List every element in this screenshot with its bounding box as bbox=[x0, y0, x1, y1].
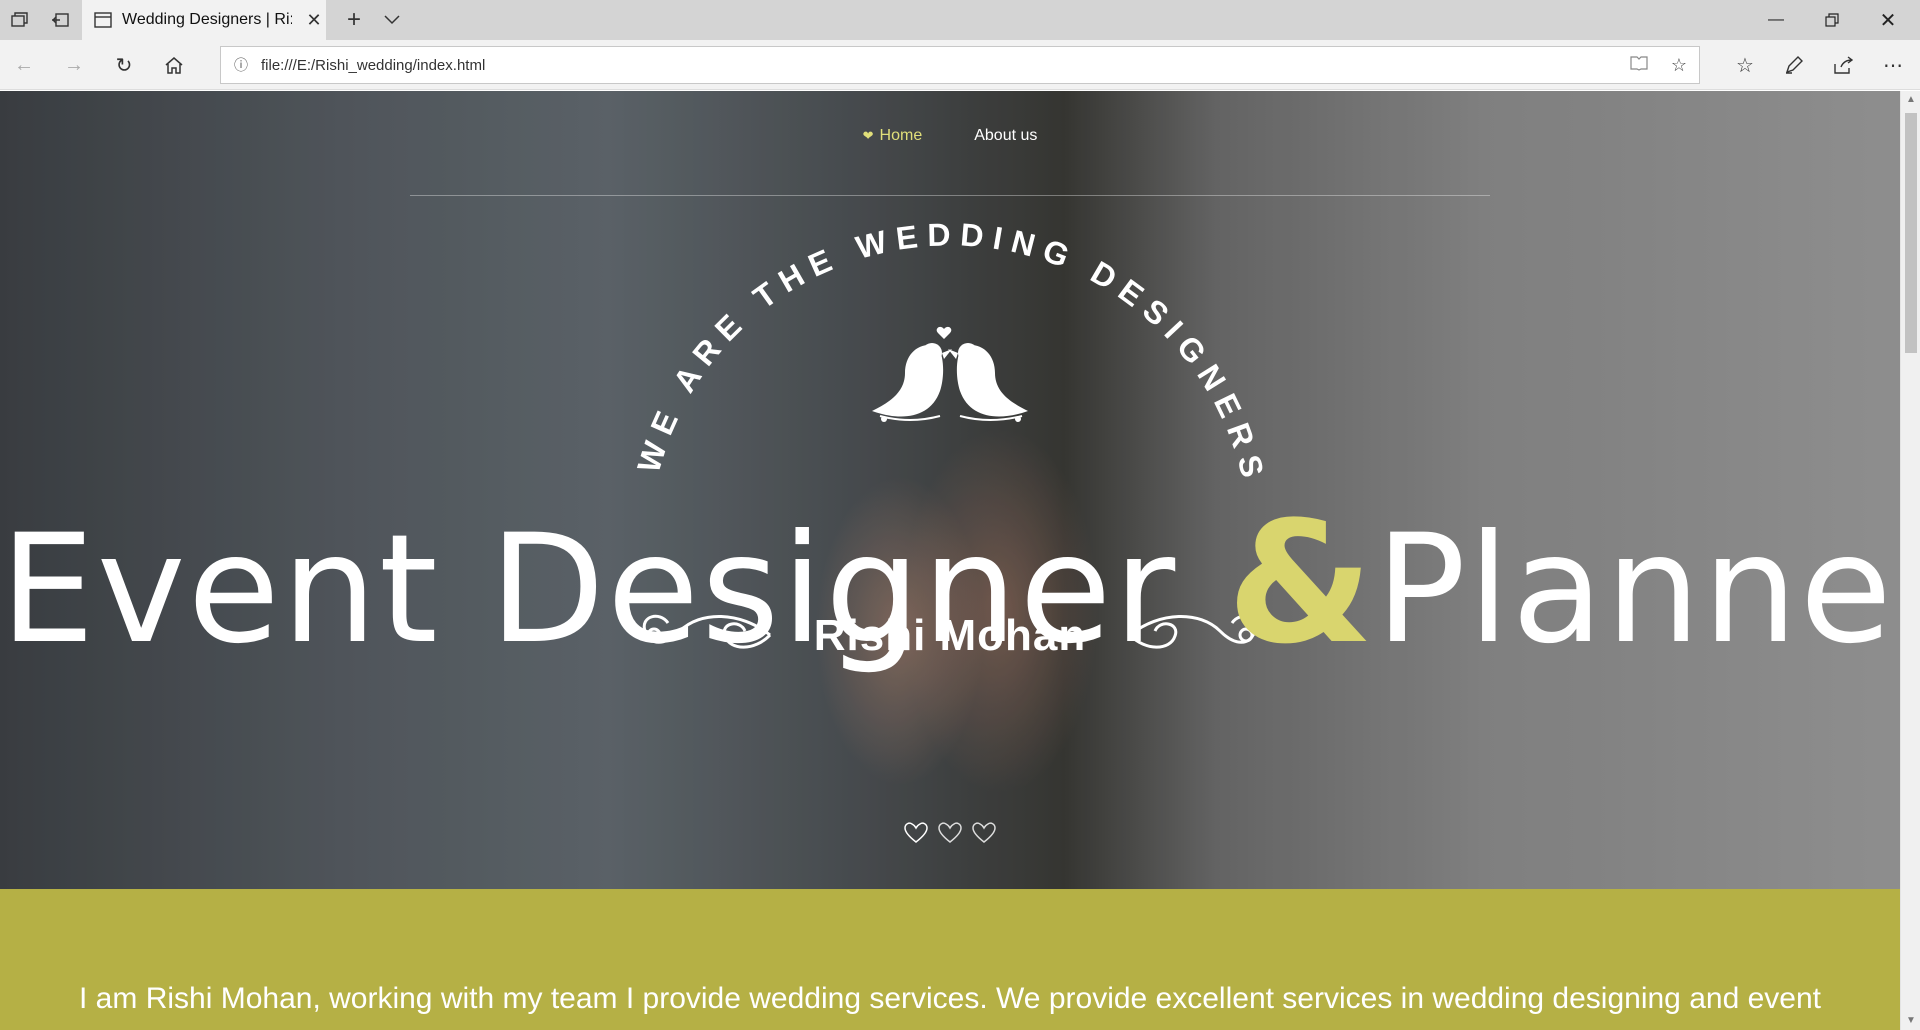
logo-emblem: WE ARE THE WEDDING DESIGNERS bbox=[630, 216, 1264, 649]
close-window-icon[interactable]: ✕ bbox=[1860, 0, 1916, 40]
page-viewport: ❤ Home About us WE ARE THE WEDDING DESIG… bbox=[0, 91, 1900, 1030]
love-birds-icon bbox=[872, 326, 1028, 422]
set-aside-tabs-icon[interactable] bbox=[40, 0, 80, 40]
ellipsis-icon[interactable]: ⋯ bbox=[1873, 45, 1913, 85]
home-icon[interactable] bbox=[154, 45, 194, 85]
favorites-list-icon[interactable]: ☆ bbox=[1725, 45, 1765, 85]
restore-icon[interactable] bbox=[1804, 0, 1860, 40]
carousel-heart-icon[interactable] bbox=[903, 821, 929, 845]
scrollbar-thumb[interactable] bbox=[1905, 113, 1917, 353]
reading-view-icon[interactable] bbox=[1619, 55, 1659, 76]
pen-icon[interactable] bbox=[1774, 45, 1814, 85]
carousel-heart-icon[interactable] bbox=[971, 821, 997, 845]
share-icon[interactable] bbox=[1823, 45, 1863, 85]
carousel-indicators bbox=[0, 821, 1900, 845]
hero-section: ❤ Home About us WE ARE THE WEDDING DESIG… bbox=[0, 91, 1900, 889]
address-bar[interactable]: ⓘ file:///E:/Rishi_wedding/index.html ☆ bbox=[220, 46, 1700, 84]
scroll-up-icon[interactable]: ▲ bbox=[1901, 91, 1920, 109]
tab-manager-icon[interactable] bbox=[0, 0, 40, 40]
browser-title-bar: Wedding Designers | Ri: ✕ + — ✕ bbox=[0, 0, 1920, 40]
browser-tab[interactable]: Wedding Designers | Ri: ✕ bbox=[82, 0, 326, 40]
scroll-down-icon[interactable]: ▼ bbox=[1901, 1012, 1920, 1030]
page-icon bbox=[94, 12, 112, 28]
hero-subtitle: Rishi Mohan bbox=[813, 611, 1087, 660]
site-info-icon[interactable]: ⓘ bbox=[221, 55, 261, 75]
browser-nav-bar: ← → ↻ ⓘ file:///E:/Rishi_wedding/index.h… bbox=[0, 40, 1920, 90]
page-scrollbar[interactable]: ▲ ▼ bbox=[1900, 91, 1920, 1030]
refresh-icon[interactable]: ↻ bbox=[104, 45, 144, 85]
tab-list-chevron-icon[interactable] bbox=[372, 0, 412, 40]
star-icon[interactable]: ☆ bbox=[1659, 55, 1699, 76]
tab-close-icon[interactable]: ✕ bbox=[302, 10, 326, 31]
back-arrow-icon[interactable]: ← bbox=[4, 45, 44, 85]
minimize-icon[interactable]: — bbox=[1748, 0, 1804, 40]
new-tab-icon[interactable]: + bbox=[334, 0, 374, 40]
intro-paragraph: I am Rishi Mohan, working with my team I… bbox=[79, 982, 1821, 1015]
forward-arrow-icon[interactable]: → bbox=[54, 45, 94, 85]
carousel-heart-icon[interactable] bbox=[937, 821, 963, 845]
url-text[interactable]: file:///E:/Rishi_wedding/index.html bbox=[261, 57, 1619, 74]
tab-title: Wedding Designers | Ri: bbox=[122, 11, 292, 28]
